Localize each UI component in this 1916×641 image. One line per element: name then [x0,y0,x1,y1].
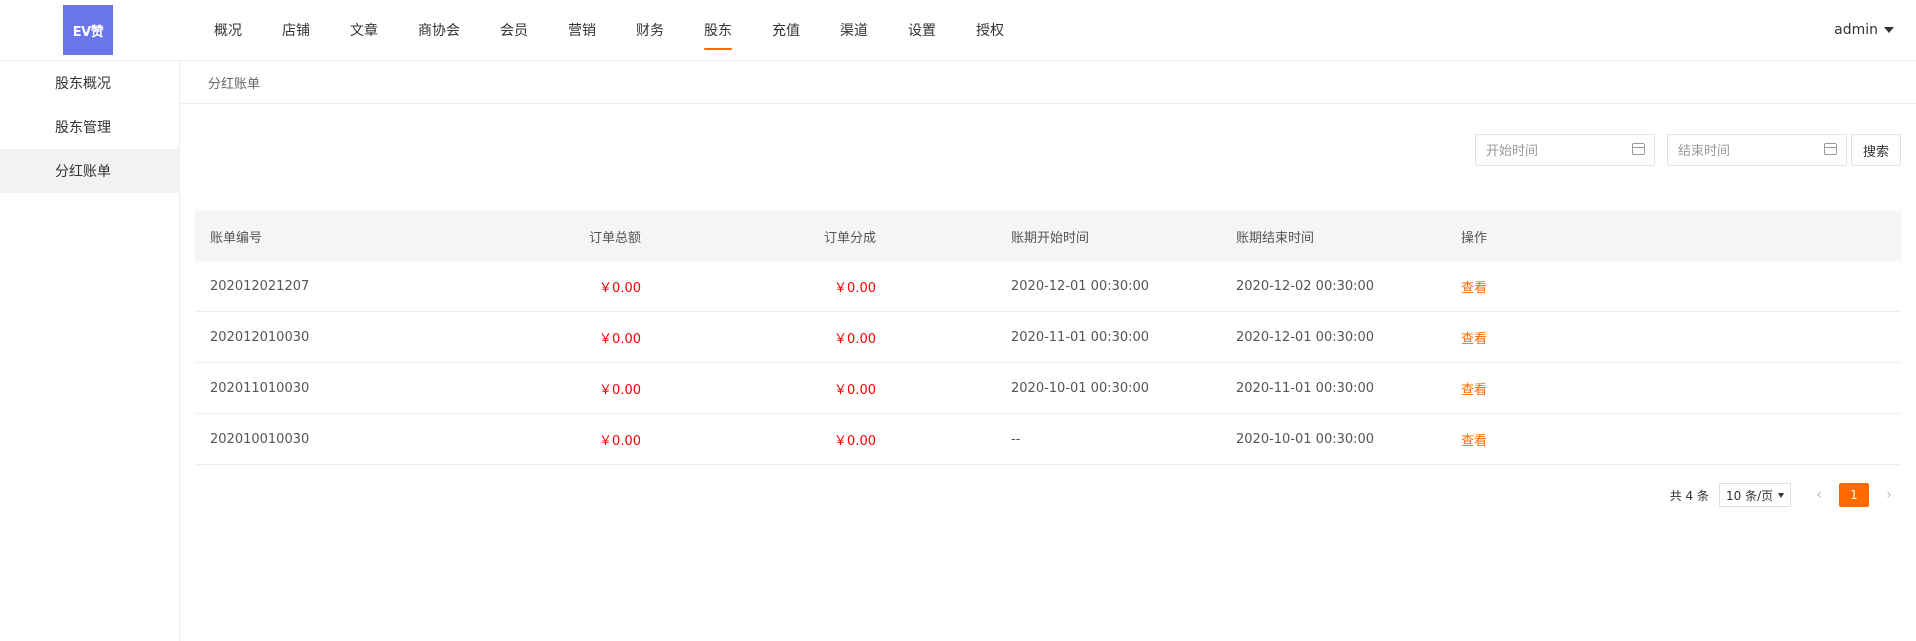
sidebar: 股东概况 股东管理 分红账单 [0,61,180,641]
period-start: -- [891,413,1166,465]
bill-id: 202012010030 [195,311,456,363]
period-start: 2020-12-01 00:30:00 [891,261,1166,312]
dropdown-arrow-icon [1778,493,1784,498]
nav-item-finance[interactable]: 财务 [636,0,664,60]
breadcrumb: 分红账单 [180,61,1916,104]
calendar-icon[interactable] [1632,143,1645,155]
nav-item-shareholders[interactable]: 股东 [704,0,732,60]
app-logo[interactable]: EV赞 [63,5,113,55]
end-date-input[interactable] [1668,135,1820,167]
period-start: 2020-10-01 00:30:00 [891,362,1166,414]
table-row: 202010010030 ￥0.00 ￥0.00 -- 2020-10-01 0… [195,413,1901,465]
nav-item-shops[interactable]: 店铺 [282,0,310,60]
sidebar-item-shareholder-management[interactable]: 股东管理 [0,105,179,149]
table-row: 202012021207 ￥0.00 ￥0.00 2020-12-01 00:3… [195,261,1901,312]
calendar-icon[interactable] [1824,143,1837,155]
column-header-order-share: 订单分成 [823,230,876,246]
table-row: 202011010030 ￥0.00 ￥0.00 2020-10-01 00:3… [195,362,1901,414]
nav-item-recharge[interactable]: 充值 [772,0,800,60]
nav-item-channels[interactable]: 渠道 [840,0,868,60]
page-number-current[interactable]: 1 [1839,483,1869,507]
order-total: ￥0.00 [456,311,656,363]
order-total: ￥0.00 [456,261,656,312]
nav-item-settings[interactable]: 设置 [908,0,936,60]
sidebar-item-dividend-bills[interactable]: 分红账单 [0,149,179,193]
page-size-select[interactable]: 10 条/页 [1719,483,1791,507]
nav-item-authorization[interactable]: 授权 [976,0,1004,60]
pagination: 共 4 条 10 条/页 ‹ 1 › [1670,483,1901,507]
nav-item-chamber[interactable]: 商协会 [418,0,460,60]
nav-item-marketing[interactable]: 营销 [568,0,596,60]
next-page-button[interactable]: › [1877,483,1901,507]
period-start: 2020-11-01 00:30:00 [891,311,1166,363]
period-end: 2020-10-01 00:30:00 [1166,413,1426,465]
period-end: 2020-12-01 00:30:00 [1166,311,1426,363]
search-button[interactable]: 搜索 [1851,134,1901,166]
order-share: ￥0.00 [656,311,891,363]
order-share: ￥0.00 [656,413,891,465]
main-nav: 概况 店铺 文章 商协会 会员 营销 财务 股东 充值 渠道 设置 授权 [214,0,1044,60]
start-date-field[interactable] [1475,134,1655,167]
start-date-input[interactable] [1476,135,1628,167]
view-link[interactable]: 查看 [1461,434,1487,449]
table-row: 202012010030 ￥0.00 ￥0.00 2020-11-01 00:3… [195,311,1901,363]
order-total: ￥0.00 [456,413,656,465]
bill-id: 202012021207 [195,261,456,312]
prev-page-button[interactable]: ‹ [1807,483,1831,507]
sidebar-item-shareholder-overview[interactable]: 股东概况 [0,61,179,105]
username: admin [1834,22,1878,38]
bill-id: 202011010030 [195,362,456,414]
column-header-order-total: 订单总额 [588,230,641,246]
table-header-row: 账单编号 订单总额 订单分成 账期开始时间 账期结束时间 操作 [195,211,1901,261]
column-header-actions: 操作 [1461,230,1488,246]
nav-item-members[interactable]: 会员 [500,0,528,60]
end-date-field[interactable] [1667,134,1847,167]
bill-id: 202010010030 [195,413,456,465]
order-share: ￥0.00 [656,261,891,312]
nav-item-articles[interactable]: 文章 [350,0,378,60]
period-end: 2020-11-01 00:30:00 [1166,362,1426,414]
search-bar: 搜索 [1475,134,1901,167]
view-link[interactable]: 查看 [1461,383,1487,398]
view-link[interactable]: 查看 [1461,332,1487,347]
total-count: 共 4 条 [1669,488,1709,503]
order-total: ￥0.00 [456,362,656,414]
user-menu[interactable]: admin [1834,0,1894,60]
period-end: 2020-12-02 00:30:00 [1166,261,1426,312]
column-header-bill-id: 账单编号 [210,230,263,246]
caret-down-icon [1884,27,1894,33]
nav-item-overview[interactable]: 概况 [214,0,242,60]
column-header-period-end: 账期结束时间 [1236,230,1315,246]
top-navbar: EV赞 概况 店铺 文章 商协会 会员 营销 财务 股东 充值 渠道 设置 授权… [0,0,1916,61]
view-link[interactable]: 查看 [1461,281,1487,296]
order-share: ￥0.00 [656,362,891,414]
page-size-value: 10 条/页 [1726,488,1774,503]
column-header-period-start: 账期开始时间 [1011,230,1090,246]
dividend-bills-table: 账单编号 订单总额 订单分成 账期开始时间 账期结束时间 操作 20201202… [195,211,1901,465]
breadcrumb-current: 分红账单 [208,76,261,92]
